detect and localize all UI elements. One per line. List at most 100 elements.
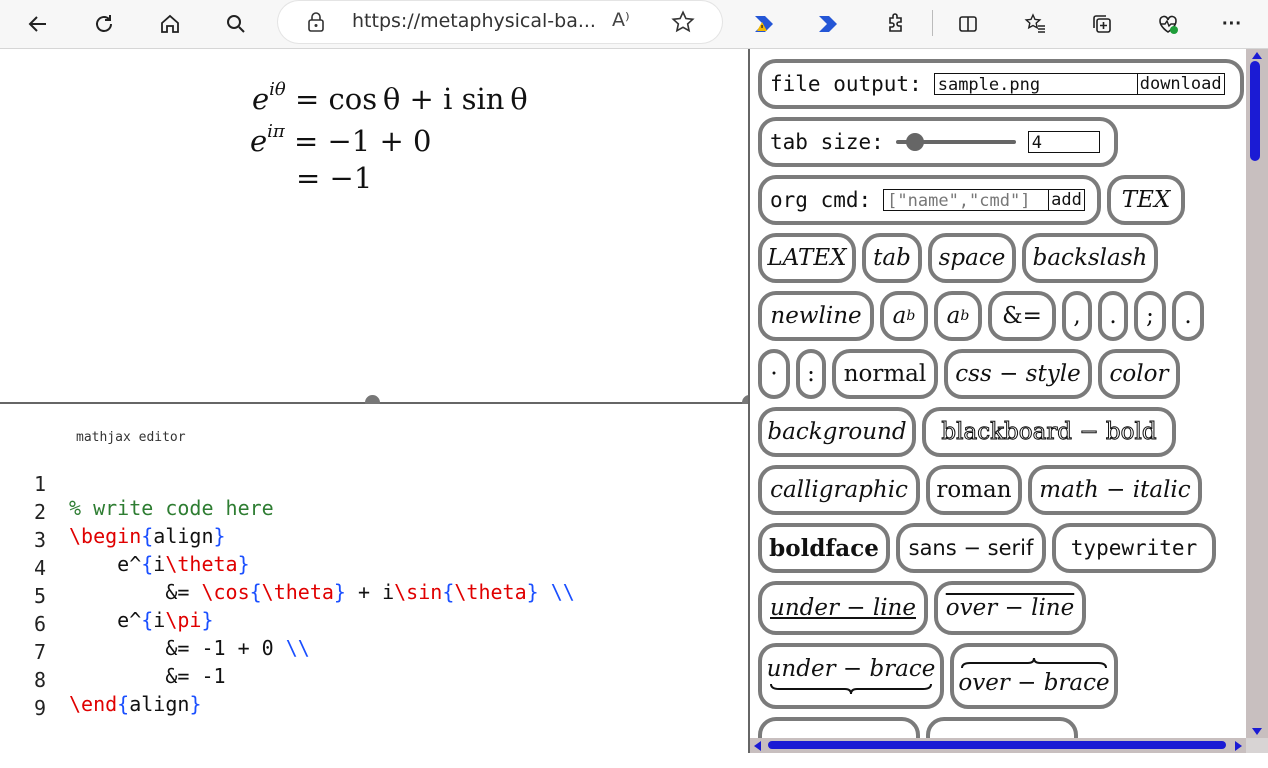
panel-horizontal-scrollbar[interactable] <box>750 738 1246 753</box>
space-button[interactable]: space <box>928 233 1016 283</box>
read-aloud-icon[interactable]: A⁾ <box>612 9 630 31</box>
under-line-button[interactable]: under − line <box>758 581 928 635</box>
command-panel: file output: sample.png download tab size… <box>750 49 1246 738</box>
browser-toolbar: https://metaphysical-ba... A⁾ ··· <box>0 0 1268 49</box>
editor-line[interactable]: 8 \end{align} <box>0 644 202 716</box>
editor-line[interactable]: 4 &= \cos{\theta} + i\sin{\theta} \\ <box>0 532 575 604</box>
math-row-1-rhs: = cos θ + i sin θ <box>294 82 528 116</box>
normal-button[interactable]: normal <box>832 349 938 399</box>
tex-button[interactable]: TEX <box>1107 175 1185 225</box>
math-row-3: = −1 <box>296 161 372 195</box>
code-line-7[interactable]: &= -1 <box>69 664 225 688</box>
extension-warning-icon[interactable] <box>744 4 784 44</box>
period-button[interactable]: . <box>1098 291 1128 341</box>
align-button[interactable]: &= <box>988 291 1056 341</box>
favorites-icon[interactable] <box>1016 4 1056 44</box>
typewriter-button[interactable]: typewriter <box>1052 523 1216 573</box>
url-text[interactable]: https://metaphysical-ba... <box>352 10 596 32</box>
scroll-down-arrow-icon[interactable] <box>1252 728 1262 735</box>
code-editor[interactable]: mathjax editor 1 % write code here 2 \be… <box>0 404 749 753</box>
colon-button[interactable]: : <box>796 349 826 399</box>
math-row-1: eiθ = cos θ + i sin θ <box>252 79 528 116</box>
panel-vertical-scrollbar[interactable] <box>1246 49 1268 738</box>
under-brace-button[interactable]: under − brace <box>758 643 944 709</box>
toolbar-separator <box>932 10 933 36</box>
org-cmd-input[interactable]: ["name","cmd"] <box>883 189 1050 211</box>
math-row-2-lhs: e <box>250 124 268 158</box>
scroll-left-arrow-icon[interactable] <box>754 741 761 751</box>
lock-icon[interactable] <box>304 10 328 34</box>
editor-line[interactable]: 9 <box>0 672 48 720</box>
tab-size-label: tab size: <box>770 130 884 154</box>
under-brace-icon <box>770 683 932 695</box>
sans-serif-button[interactable]: sans − serif <box>896 523 1046 573</box>
browser-essentials-icon[interactable] <box>1148 4 1188 44</box>
scroll-up-arrow-icon[interactable] <box>1252 52 1262 59</box>
extension-arrow-icon[interactable] <box>808 4 848 44</box>
boldface-button[interactable]: boldface <box>758 523 890 573</box>
editor-label: mathjax editor <box>76 430 186 445</box>
partial-button-1[interactable] <box>758 717 920 738</box>
code-line-3[interactable]: e^{i\theta} <box>69 552 249 576</box>
code-line-1[interactable]: % write code here <box>69 496 274 520</box>
comma-button[interactable]: , <box>1062 291 1092 341</box>
editor-line[interactable]: 2 \begin{align} <box>0 476 226 548</box>
code-line-6[interactable]: &= -1 + 0 \\ <box>69 636 310 660</box>
refresh-icon[interactable] <box>84 4 124 44</box>
editor-line[interactable]: 5 e^{i\pi} <box>0 560 214 632</box>
color-button[interactable]: color <box>1098 349 1180 399</box>
horizontal-scroll-thumb[interactable] <box>768 741 1226 749</box>
org-cmd-row: org cmd: ["name","cmd"] add <box>758 175 1101 225</box>
editor-line[interactable]: 1 % write code here <box>0 448 274 520</box>
extensions-puzzle-icon[interactable] <box>876 4 916 44</box>
newline-button[interactable]: newline <box>758 291 874 341</box>
back-icon[interactable] <box>18 4 58 44</box>
superscript-button[interactable]: ab <box>880 291 928 341</box>
latex-button[interactable]: LATEX <box>758 233 856 283</box>
collections-icon[interactable] <box>1082 4 1122 44</box>
tab-button[interactable]: tab <box>862 233 922 283</box>
scroll-right-arrow-icon[interactable] <box>1235 741 1242 751</box>
semicolon-button[interactable]: ; <box>1134 291 1166 341</box>
blackboard-bold-button[interactable]: blackboard − bold <box>922 407 1176 457</box>
search-icon[interactable] <box>216 4 256 44</box>
vertical-scroll-thumb[interactable] <box>1250 61 1260 161</box>
editor-line[interactable]: 6 &= -1 + 0 \\ <box>0 588 310 660</box>
math-row-3-rhs: = −1 <box>296 161 373 195</box>
code-line-2[interactable]: \begin{align} <box>69 524 226 548</box>
math-row-1-lhs: e <box>252 82 270 116</box>
more-menu-icon[interactable]: ··· <box>1212 4 1252 44</box>
tab-size-slider[interactable] <box>895 132 1016 152</box>
home-icon[interactable] <box>150 4 190 44</box>
dot-button[interactable]: . <box>1172 291 1204 341</box>
background-button[interactable]: background <box>758 407 916 457</box>
address-bar[interactable]: https://metaphysical-ba... A⁾ <box>278 1 722 43</box>
favorite-star-icon[interactable] <box>670 9 696 35</box>
org-cmd-label: org cmd: <box>770 188 872 212</box>
download-button[interactable]: download <box>1137 73 1225 95</box>
add-button[interactable]: add <box>1049 189 1085 211</box>
tab-size-input[interactable]: 4 <box>1027 131 1100 153</box>
roman-button[interactable]: roman <box>926 465 1022 515</box>
tab-size-slider-thumb[interactable] <box>905 133 924 151</box>
code-line-5[interactable]: e^{i\pi} <box>69 608 213 632</box>
css-style-button[interactable]: css − style <box>944 349 1092 399</box>
editor-line[interactable]: 7 &= -1 <box>0 616 226 688</box>
subscript-button[interactable]: ab <box>934 291 982 341</box>
editor-line[interactable]: 3 e^{i\theta} <box>0 504 250 576</box>
file-output-label: file output: <box>770 72 922 96</box>
file-output-row: file output: sample.png download <box>758 59 1244 109</box>
backslash-button[interactable]: backslash <box>1022 233 1158 283</box>
split-screen-icon[interactable] <box>948 4 988 44</box>
file-output-input[interactable]: sample.png <box>933 73 1138 95</box>
over-brace-button[interactable]: over − brace <box>950 643 1118 709</box>
partial-button-2[interactable] <box>926 717 1078 738</box>
calligraphic-button[interactable]: calligraphic <box>758 465 920 515</box>
over-line-button[interactable]: over − line <box>934 581 1086 635</box>
code-line-8[interactable]: \end{align} <box>69 692 201 716</box>
math-italic-button[interactable]: math − italic <box>1028 465 1202 515</box>
math-row-2-rhs: = −1 + 0 <box>293 124 432 158</box>
cdot-button[interactable]: · <box>758 349 790 399</box>
code-line-4[interactable]: &= \cos{\theta} + i\sin{\theta} \\ <box>69 580 574 604</box>
tab-size-row: tab size: 4 <box>758 117 1118 167</box>
